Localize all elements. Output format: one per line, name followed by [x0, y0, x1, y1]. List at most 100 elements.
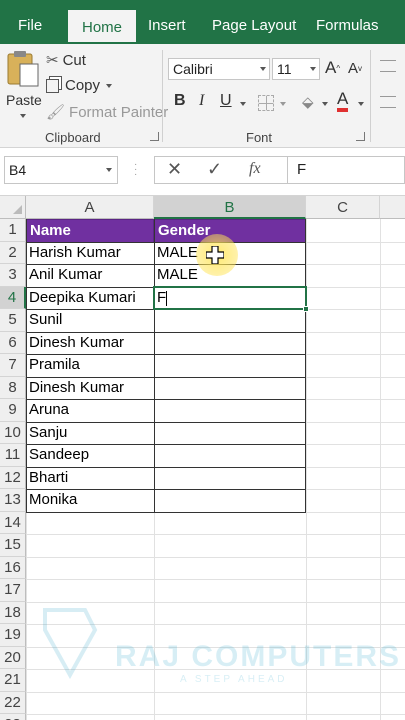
font-name-value: Calibri — [173, 61, 213, 77]
name-cell[interactable]: Aruna — [26, 399, 154, 422]
font-size-select[interactable]: 11 — [272, 58, 320, 80]
name-box[interactable]: B4 — [4, 156, 118, 184]
table-border — [26, 354, 306, 355]
align-lines-icon — [380, 60, 396, 72]
column-header-a[interactable]: A — [26, 196, 154, 219]
name-cell[interactable]: Deepika Kumari — [26, 287, 154, 310]
gender-cell[interactable] — [154, 399, 306, 422]
chevron-down-icon — [106, 168, 112, 172]
cut-button[interactable]: ✂ Cut — [46, 51, 86, 70]
tab-home[interactable]: Home — [66, 8, 139, 44]
row-header-10[interactable]: 10 — [0, 421, 26, 444]
row-header-11[interactable]: 11 — [0, 444, 26, 467]
tab-insert[interactable]: Insert — [148, 8, 186, 44]
format-painter-button[interactable]: 🖌 Format Painter — [46, 103, 169, 122]
table-border — [26, 399, 306, 400]
fill-color-dropdown-icon[interactable] — [322, 102, 328, 106]
bold-button[interactable]: B — [174, 92, 186, 110]
row-header-6[interactable]: 6 — [0, 331, 26, 354]
name-cell[interactable]: Pramila — [26, 354, 154, 377]
column-header-c[interactable]: C — [306, 196, 380, 219]
gender-cell[interactable] — [154, 309, 306, 332]
row-header-8[interactable]: 8 — [0, 376, 26, 399]
tab-file[interactable]: File — [18, 8, 42, 44]
name-box-value: B4 — [9, 162, 27, 178]
row-header-13[interactable]: 13 — [0, 489, 26, 512]
name-cell[interactable]: Anil Kumar — [26, 264, 154, 287]
borders-dropdown-icon[interactable] — [280, 102, 286, 106]
font-color-dropdown-icon[interactable] — [358, 102, 364, 106]
name-cell[interactable]: Bharti — [26, 467, 154, 490]
paintbrush-icon: 🖌 — [46, 104, 66, 121]
row-header-2[interactable]: 2 — [0, 241, 26, 264]
row-header-3[interactable]: 3 — [0, 264, 26, 287]
chevron-down-icon — [260, 67, 266, 71]
enter-check-icon[interactable]: ✓ — [207, 159, 222, 180]
gender-cell[interactable] — [154, 422, 306, 445]
paste-button[interactable]: Paste — [4, 50, 42, 120]
clipboard-launcher-icon[interactable] — [150, 132, 159, 141]
font-color-button[interactable]: A — [337, 90, 349, 112]
active-cell-b4[interactable] — [153, 285, 307, 310]
copy-button[interactable]: Copy — [46, 77, 113, 94]
fill-color-icon[interactable]: ⬙ — [302, 93, 314, 111]
formula-input[interactable]: F — [288, 156, 405, 184]
row-header-12[interactable]: 12 — [0, 466, 26, 489]
column-header-b[interactable]: B — [154, 196, 306, 219]
table-border — [26, 219, 27, 512]
row-header-5[interactable]: 5 — [0, 309, 26, 332]
row-header-18[interactable]: 18 — [0, 601, 26, 624]
name-cell[interactable]: Dinesh Kumar — [26, 332, 154, 355]
underline-dropdown-icon[interactable] — [240, 102, 246, 106]
fill-handle[interactable] — [303, 306, 309, 312]
name-cell[interactable]: Harish Kumar — [26, 242, 154, 265]
gender-cell[interactable] — [154, 332, 306, 355]
underline-button[interactable]: U — [220, 92, 232, 110]
row-header-1[interactable]: 1 — [0, 219, 26, 242]
format-painter-label: Format Painter — [69, 103, 169, 121]
grow-font-button[interactable]: A ^ — [325, 58, 340, 78]
row-header-22[interactable]: 22 — [0, 691, 26, 714]
cancel-icon[interactable]: ✕ — [167, 159, 182, 180]
gender-cell[interactable] — [154, 354, 306, 377]
name-cell[interactable]: Sanju — [26, 422, 154, 445]
clipboard-group-label: Clipboard — [45, 130, 101, 145]
tab-formulas[interactable]: Formulas — [316, 8, 379, 44]
tab-page-layout[interactable]: Page Layout — [212, 8, 296, 44]
paste-dropdown-icon[interactable] — [20, 114, 26, 118]
row-header-9[interactable]: 9 — [0, 399, 26, 422]
font-name-select[interactable]: Calibri — [168, 58, 270, 80]
name-cell[interactable]: Dinesh Kumar — [26, 377, 154, 400]
copy-label: Copy — [65, 77, 101, 94]
column-header-d[interactable] — [380, 196, 405, 219]
table-border — [26, 264, 306, 265]
row-header-16[interactable]: 16 — [0, 556, 26, 579]
row-header-20[interactable]: 20 — [0, 646, 26, 669]
italic-button[interactable]: I — [199, 92, 204, 110]
row-header-14[interactable]: 14 — [0, 511, 26, 534]
row-header-21[interactable]: 21 — [0, 669, 26, 692]
name-cell[interactable]: Monika — [26, 489, 154, 512]
name-cell[interactable]: Sandeep — [26, 444, 154, 467]
gender-cell[interactable] — [154, 467, 306, 490]
name-cell[interactable]: Sunil — [26, 309, 154, 332]
shrink-font-button[interactable]: Av — [348, 60, 362, 77]
font-launcher-icon[interactable] — [356, 132, 365, 141]
table-header-name[interactable]: Name — [26, 219, 154, 243]
row-header-19[interactable]: 19 — [0, 624, 26, 647]
borders-icon[interactable] — [258, 95, 274, 111]
row-header-17[interactable]: 17 — [0, 579, 26, 602]
row-header-4[interactable]: 4 — [0, 286, 26, 309]
row-header-15[interactable]: 15 — [0, 534, 26, 557]
resize-dots-icon[interactable]: · · · — [134, 160, 137, 180]
row-header-7[interactable]: 7 — [0, 354, 26, 377]
gender-cell[interactable] — [154, 489, 306, 512]
copy-dropdown-icon[interactable] — [106, 83, 113, 88]
insert-function-icon[interactable]: fx — [249, 160, 261, 178]
row-header-23[interactable]: 23 — [0, 714, 26, 720]
gender-cell[interactable] — [154, 377, 306, 400]
align-left-icon — [380, 96, 396, 108]
shrink-font-icon: A — [348, 60, 359, 77]
gender-cell[interactable] — [154, 444, 306, 467]
worksheet-grid[interactable]: A B C 1 2 3 4 5 6 7 8 9 10 11 12 13 14 15 16 17 18 19 20 21 2… — [0, 196, 405, 720]
